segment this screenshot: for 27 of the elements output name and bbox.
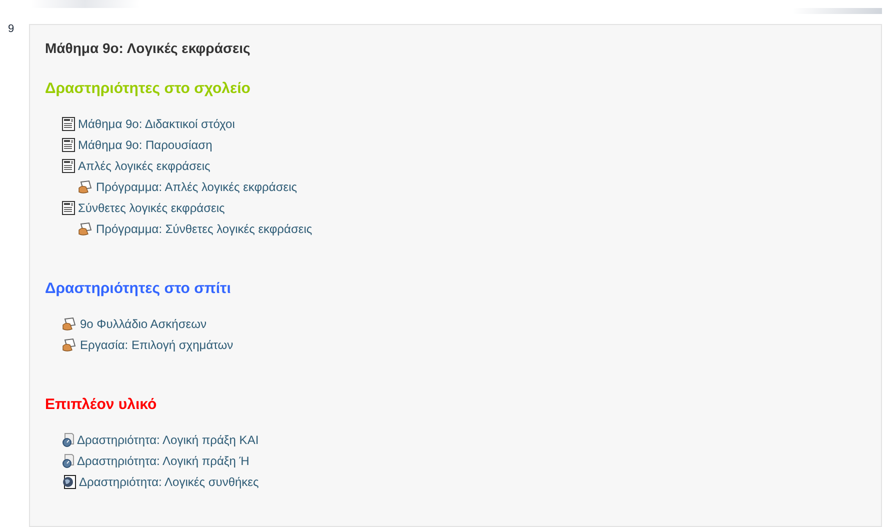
activity-link[interactable]: Σύνθετες λογικές εκφράσεις <box>78 198 225 216</box>
document-icon <box>62 138 75 152</box>
document-icon <box>62 158 75 172</box>
activity-link[interactable]: Μάθημα 9ο: Διδακτικοί στόχοι <box>78 114 235 132</box>
activity-link[interactable]: Μάθημα 9ο: Παρουσίαση <box>78 136 212 154</box>
activity-link[interactable]: Πρόγραμμα: Απλές λογικές εκφράσεις <box>96 178 298 196</box>
activity-link[interactable]: Πρόγραμμα: Σύνθετες λογικές εκφράσεις <box>96 220 312 238</box>
group-heading: Επιπλέον υλικό <box>45 395 158 415</box>
document-icon <box>62 200 75 214</box>
activity-link[interactable]: 9ο Φυλλάδιο Ασκήσεων <box>80 314 206 332</box>
section-number: 9 <box>8 23 14 35</box>
section-title: Μάθημα 9ο: Λογικές εκφράσεις <box>45 39 252 57</box>
hand-paper-icon <box>62 316 77 330</box>
group-heading: Δραστηριότητες στο σχολείο <box>45 79 252 99</box>
activity-link[interactable]: Δραστηριότητα: Λογική πράξη ΚΑΙ <box>77 430 259 448</box>
activity-link[interactable]: Δραστηριότητα: Λογική πράξη Ή <box>77 452 250 470</box>
document-gauge-icon <box>62 454 74 468</box>
activity-link[interactable]: Δραστηριότητα: Λογικές συνθήκες <box>79 472 259 490</box>
document-gauge-icon <box>62 432 74 446</box>
document-icon <box>62 116 75 130</box>
activity-link[interactable]: Απλές λογικές εκφράσεις <box>78 156 210 174</box>
hand-paper-icon <box>62 338 77 352</box>
hand-paper-icon <box>78 222 93 236</box>
hand-paper-icon <box>78 180 93 194</box>
globe-document-icon <box>62 474 76 488</box>
activity-link[interactable]: Εργασία: Επιλογή σχημάτων <box>80 336 234 354</box>
group-heading: Δραστηριότητες στο σπίτι <box>45 279 232 299</box>
